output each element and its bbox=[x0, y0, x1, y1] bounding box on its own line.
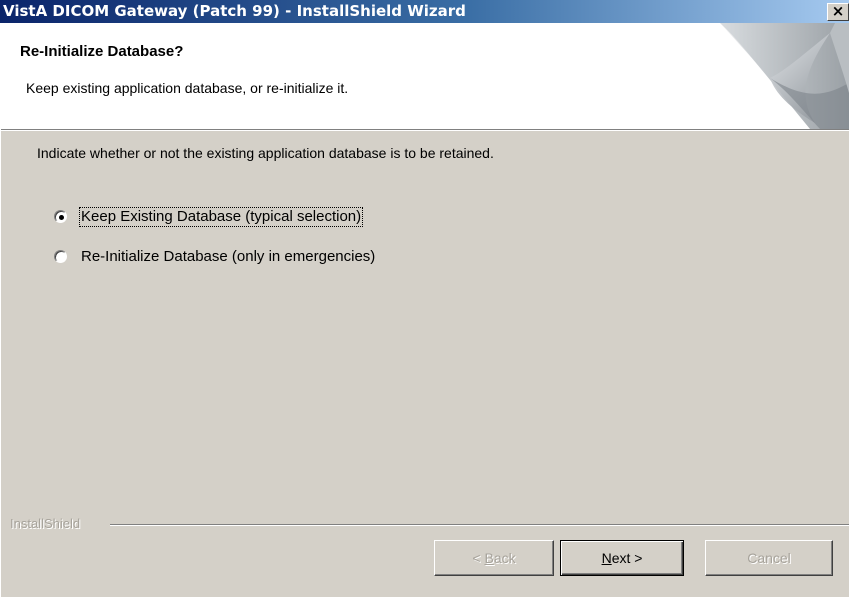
window-title: VistA DICOM Gateway (Patch 99) - Install… bbox=[3, 2, 466, 20]
page-title: Re-Initialize Database? bbox=[20, 43, 184, 60]
installshield-page-curl-graphic bbox=[720, 23, 849, 129]
back-button-prefix: < bbox=[472, 550, 485, 566]
back-button-accel: B bbox=[484, 550, 494, 566]
header-panel: Re-Initialize Database? Keep existing ap… bbox=[0, 23, 849, 129]
next-button-rest: ext > bbox=[611, 550, 643, 566]
radio-button-selected-icon[interactable] bbox=[54, 210, 67, 223]
radio-keep-existing-label[interactable]: Keep Existing Database (typical selectio… bbox=[78, 207, 364, 227]
radio-dot-icon bbox=[59, 215, 64, 220]
next-button[interactable]: Next > bbox=[560, 540, 684, 576]
instruction-text: Indicate whether or not the existing app… bbox=[37, 145, 494, 161]
radio-button-unselected-icon[interactable] bbox=[54, 250, 67, 263]
radio-reinitialize-label[interactable]: Re-Initialize Database (only in emergenc… bbox=[80, 248, 376, 266]
page-subtitle: Keep existing application database, or r… bbox=[26, 80, 349, 96]
next-button-accel: N bbox=[601, 550, 612, 566]
wizard-window: VistA DICOM Gateway (Patch 99) - Install… bbox=[0, 0, 849, 597]
close-icon: × bbox=[831, 2, 845, 20]
cancel-button[interactable]: Cancel bbox=[705, 540, 833, 576]
installshield-brand-line: InstallShield bbox=[0, 516, 849, 532]
title-bar[interactable]: VistA DICOM Gateway (Patch 99) - Install… bbox=[0, 0, 849, 23]
back-button-rest: ack bbox=[493, 550, 516, 566]
close-button[interactable]: × bbox=[827, 3, 849, 21]
window-left-edge bbox=[0, 23, 1, 597]
back-button[interactable]: < Back bbox=[434, 540, 554, 576]
cancel-button-label: Cancel bbox=[747, 550, 791, 566]
installshield-brand-text: InstallShield bbox=[10, 516, 87, 532]
header-separator bbox=[0, 129, 849, 131]
brand-divider bbox=[110, 524, 849, 526]
